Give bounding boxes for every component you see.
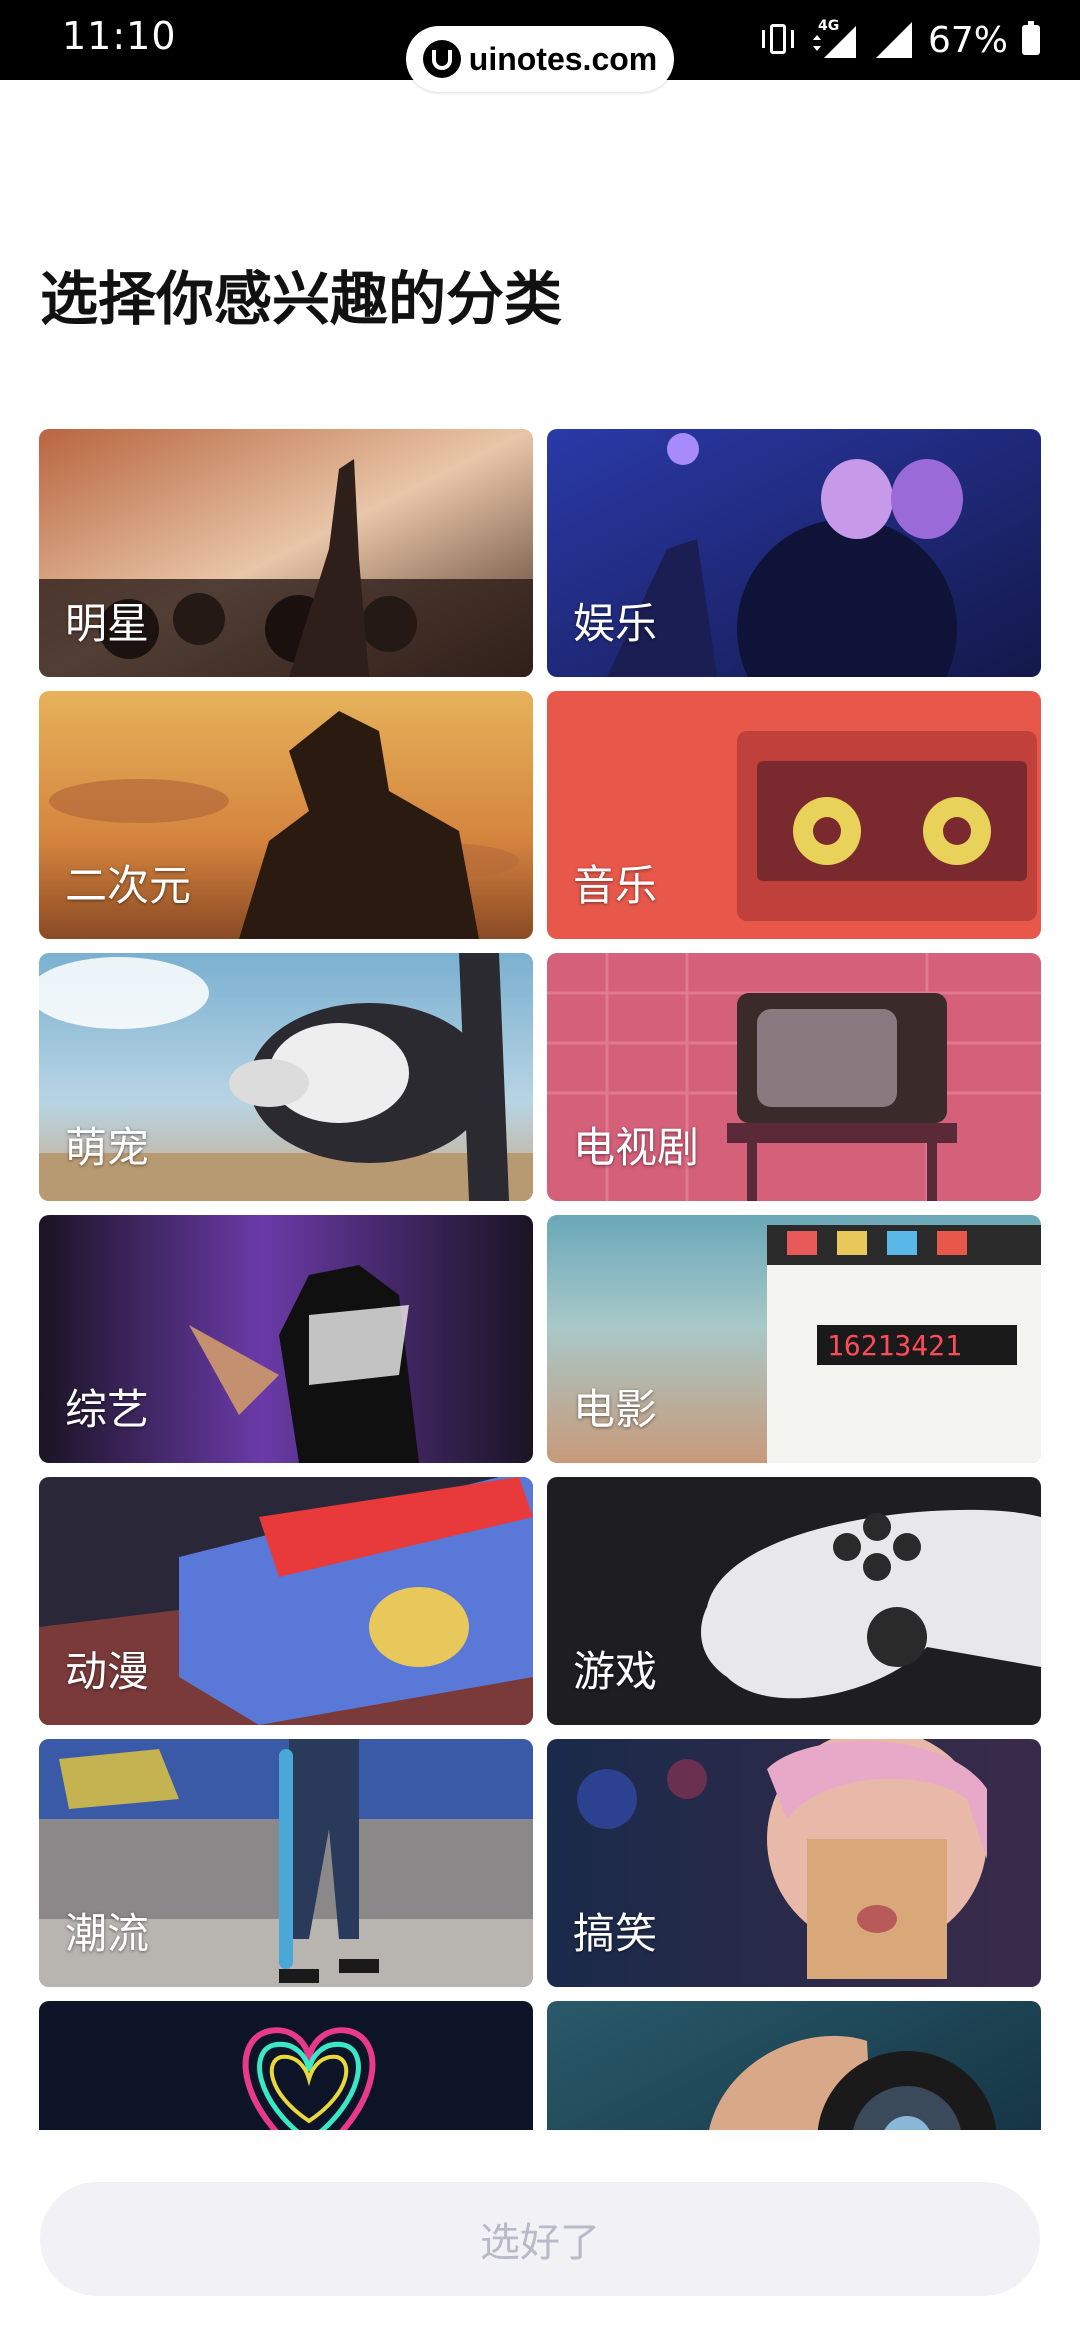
uinotes-logo-icon	[422, 40, 461, 78]
category-label: 萌宠	[65, 1123, 150, 1172]
confirm-selection-button[interactable]: 选好了	[40, 2182, 1040, 2296]
mobile-data-icon: 4G	[810, 18, 860, 62]
category-label: 综艺	[65, 1385, 150, 1434]
category-card-pets[interactable]: 萌宠	[39, 953, 533, 1201]
battery-percent: 67%	[927, 19, 1008, 61]
category-label: 电视剧	[573, 1123, 700, 1172]
battery-icon	[1022, 21, 1040, 55]
category-label: 音乐	[573, 861, 658, 910]
category-card-entertainment[interactable]: 娱乐	[547, 429, 1041, 677]
category-card-tv-series[interactable]: 电视剧	[547, 953, 1041, 1201]
category-card-celebrity[interactable]: 明星	[39, 429, 533, 677]
category-label: 潮流	[65, 1909, 150, 1958]
status-icons: 4G 67%	[760, 14, 1040, 66]
category-label: 电影	[573, 1385, 658, 1434]
camera-lens-image	[547, 2001, 1041, 2139]
page-title: 选择你感兴趣的分类	[40, 265, 563, 333]
category-label: 明星	[65, 599, 150, 648]
status-time: 11:10	[62, 14, 177, 58]
category-card-comics[interactable]: 动漫	[39, 1477, 533, 1725]
category-card-trends[interactable]: 潮流	[39, 1739, 533, 1987]
category-card-movies[interactable]: 16213421 电影	[547, 1215, 1041, 1463]
signal-icon	[875, 22, 912, 58]
category-card-games[interactable]: 游戏	[547, 1477, 1041, 1725]
category-label: 动漫	[65, 1647, 150, 1696]
category-grid: 明星 娱乐 二次元 音乐 萌宠 电视剧 综艺 16213421 电影 动漫 游戏…	[39, 429, 1041, 2139]
svg-text:16213421: 16213421	[827, 1329, 962, 1362]
watermark-text: uinotes.com	[468, 40, 658, 77]
category-card-music[interactable]: 音乐	[547, 691, 1041, 939]
category-card-anime-2d[interactable]: 二次元	[39, 691, 533, 939]
category-label: 游戏	[573, 1647, 658, 1696]
category-label: 娱乐	[573, 599, 658, 648]
neon-heart-image	[39, 2001, 533, 2139]
category-card-partial-neon[interactable]	[39, 2001, 533, 2139]
vibrate-icon	[760, 20, 796, 60]
category-card-comedy[interactable]: 搞笑	[547, 1739, 1041, 1987]
category-label: 二次元	[65, 861, 192, 910]
category-label: 搞笑	[573, 1909, 658, 1958]
watermark-badge: uinotes.com	[406, 26, 674, 92]
category-card-partial-camera[interactable]	[547, 2001, 1041, 2139]
category-card-variety-show[interactable]: 综艺	[39, 1215, 533, 1463]
